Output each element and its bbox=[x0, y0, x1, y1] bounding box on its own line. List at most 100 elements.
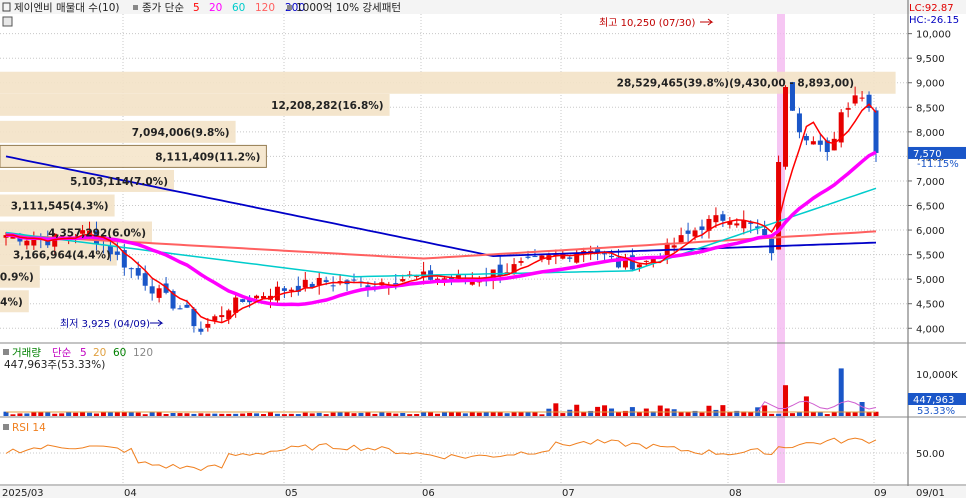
volume-bar bbox=[358, 412, 364, 416]
candle-body bbox=[796, 113, 802, 133]
volume-bar bbox=[240, 413, 246, 416]
candle-body bbox=[671, 245, 677, 248]
volume-bar bbox=[476, 412, 482, 416]
candle-body bbox=[602, 253, 608, 255]
volume-bar bbox=[17, 413, 23, 416]
volume-bar bbox=[261, 414, 267, 416]
candle-body bbox=[720, 214, 726, 221]
volume-bar bbox=[435, 413, 441, 416]
volume-bar bbox=[247, 412, 253, 416]
volume-title: 거래량 bbox=[12, 347, 41, 359]
volume-bar bbox=[428, 412, 434, 416]
volume-bar bbox=[560, 413, 566, 416]
volume-bar bbox=[497, 412, 503, 416]
volume-bar bbox=[671, 409, 677, 416]
rsi-legend-marker bbox=[3, 424, 9, 430]
volume-profile-label: 28,529,465(39.8%)(9,430,00 - 8,893,00) bbox=[617, 78, 854, 90]
volume-bar bbox=[31, 411, 37, 416]
pattern-label: 1000억 10% 강세패턴 bbox=[296, 2, 401, 14]
volume-bar bbox=[212, 413, 218, 416]
x-axis-label: 04 bbox=[124, 488, 137, 498]
volume-bar bbox=[748, 412, 754, 416]
volume-bar bbox=[838, 368, 844, 416]
candle-body bbox=[803, 136, 809, 141]
volume-bar bbox=[539, 414, 545, 416]
volume-bar bbox=[483, 412, 489, 416]
volume-bar bbox=[720, 405, 726, 416]
volume-bar bbox=[553, 403, 559, 416]
pattern-legend-marker bbox=[287, 5, 292, 10]
volume-bar bbox=[288, 413, 294, 416]
volume-profile-label: 7,094,006(9.8%) bbox=[132, 127, 230, 139]
candle-body bbox=[316, 277, 322, 286]
stock-chart[interactable]: 최고 10,250 (07/30) 최저 3,925 (04/09) 28,529,… bbox=[0, 0, 966, 499]
volume-bar bbox=[80, 412, 86, 416]
volume-bar bbox=[170, 413, 176, 416]
candle-body bbox=[873, 110, 879, 153]
volume-ma-period: 60 bbox=[113, 347, 126, 359]
volume-bar bbox=[525, 412, 531, 416]
volume-bar bbox=[87, 412, 93, 416]
volume-bar bbox=[121, 412, 127, 416]
volume-bar bbox=[727, 412, 733, 416]
volume-bar bbox=[267, 412, 273, 416]
volume-legend-marker bbox=[3, 349, 9, 355]
lc-readout: LC:92.87 bbox=[909, 3, 954, 14]
volume-bar bbox=[142, 414, 148, 416]
volume-bar bbox=[859, 402, 865, 416]
volume-profile-label: 270,207(0.4%) bbox=[0, 296, 23, 308]
ma-period-label: 5 bbox=[193, 2, 200, 14]
volume-bar bbox=[817, 412, 823, 416]
volume-bar bbox=[657, 405, 663, 416]
volume-ma-label: 단순 bbox=[52, 347, 72, 359]
volume-current-pct: 53.33% bbox=[917, 406, 955, 417]
candle-body bbox=[831, 138, 837, 151]
volume-bar bbox=[602, 405, 608, 416]
volume-bar bbox=[330, 412, 336, 416]
volume-profile-label: 8,111,409(11.2%) bbox=[155, 151, 260, 163]
price-tick-label: 4,000 bbox=[916, 324, 945, 335]
candle-body bbox=[734, 223, 740, 226]
volume-bar bbox=[776, 413, 782, 416]
x-axis-label: 2025/03 bbox=[2, 488, 44, 498]
ma-period-label: 20 bbox=[209, 2, 222, 14]
ma-period-label: 60 bbox=[232, 2, 245, 14]
volume-bar bbox=[852, 412, 858, 416]
price-tick-label: 9,500 bbox=[916, 54, 945, 65]
volume-value-label: 447,963주(53.33%) bbox=[4, 359, 105, 371]
volume-profile-label: 3,111,545(4.3%) bbox=[11, 201, 109, 213]
x-axis-label: 08 bbox=[729, 488, 742, 498]
volume-bar bbox=[295, 414, 301, 416]
price-tick-label: 10,000 bbox=[916, 30, 951, 41]
volume-bar bbox=[205, 413, 211, 416]
candle-body bbox=[713, 215, 719, 223]
price-tick-label: 6,000 bbox=[916, 226, 945, 237]
volume-bar bbox=[365, 412, 371, 416]
volume-bar bbox=[135, 412, 141, 416]
price-tick-label: 9,000 bbox=[916, 79, 945, 90]
candle-body bbox=[323, 280, 329, 282]
x-axis-label: 09 bbox=[874, 488, 887, 498]
volume-bar bbox=[386, 412, 392, 416]
volume-bar bbox=[462, 413, 468, 416]
chart-window: 최고 10,250 (07/30) 최저 3,925 (04/09) 28,529,… bbox=[0, 0, 966, 499]
x-axis-label: 05 bbox=[285, 488, 298, 498]
volume-bar bbox=[163, 413, 169, 416]
current-change-label: -11.15% bbox=[917, 159, 959, 170]
rsi-axis-tick: 50.00 bbox=[916, 449, 945, 460]
volume-bar bbox=[678, 412, 684, 416]
candle-body bbox=[233, 297, 239, 313]
volume-bar bbox=[177, 413, 183, 416]
volume-bar bbox=[567, 409, 573, 416]
volume-bar bbox=[184, 413, 190, 416]
volume-bar bbox=[281, 414, 287, 416]
volume-bar bbox=[706, 405, 712, 416]
volume-bar bbox=[441, 412, 447, 416]
candle-body bbox=[135, 268, 141, 276]
volume-bar bbox=[302, 412, 308, 416]
candle-body bbox=[274, 286, 280, 301]
volume-profile-label: 629,341(0.9%) bbox=[0, 272, 34, 284]
candle-body bbox=[219, 315, 225, 318]
volume-bar bbox=[518, 412, 524, 416]
volume-bar bbox=[107, 412, 113, 416]
